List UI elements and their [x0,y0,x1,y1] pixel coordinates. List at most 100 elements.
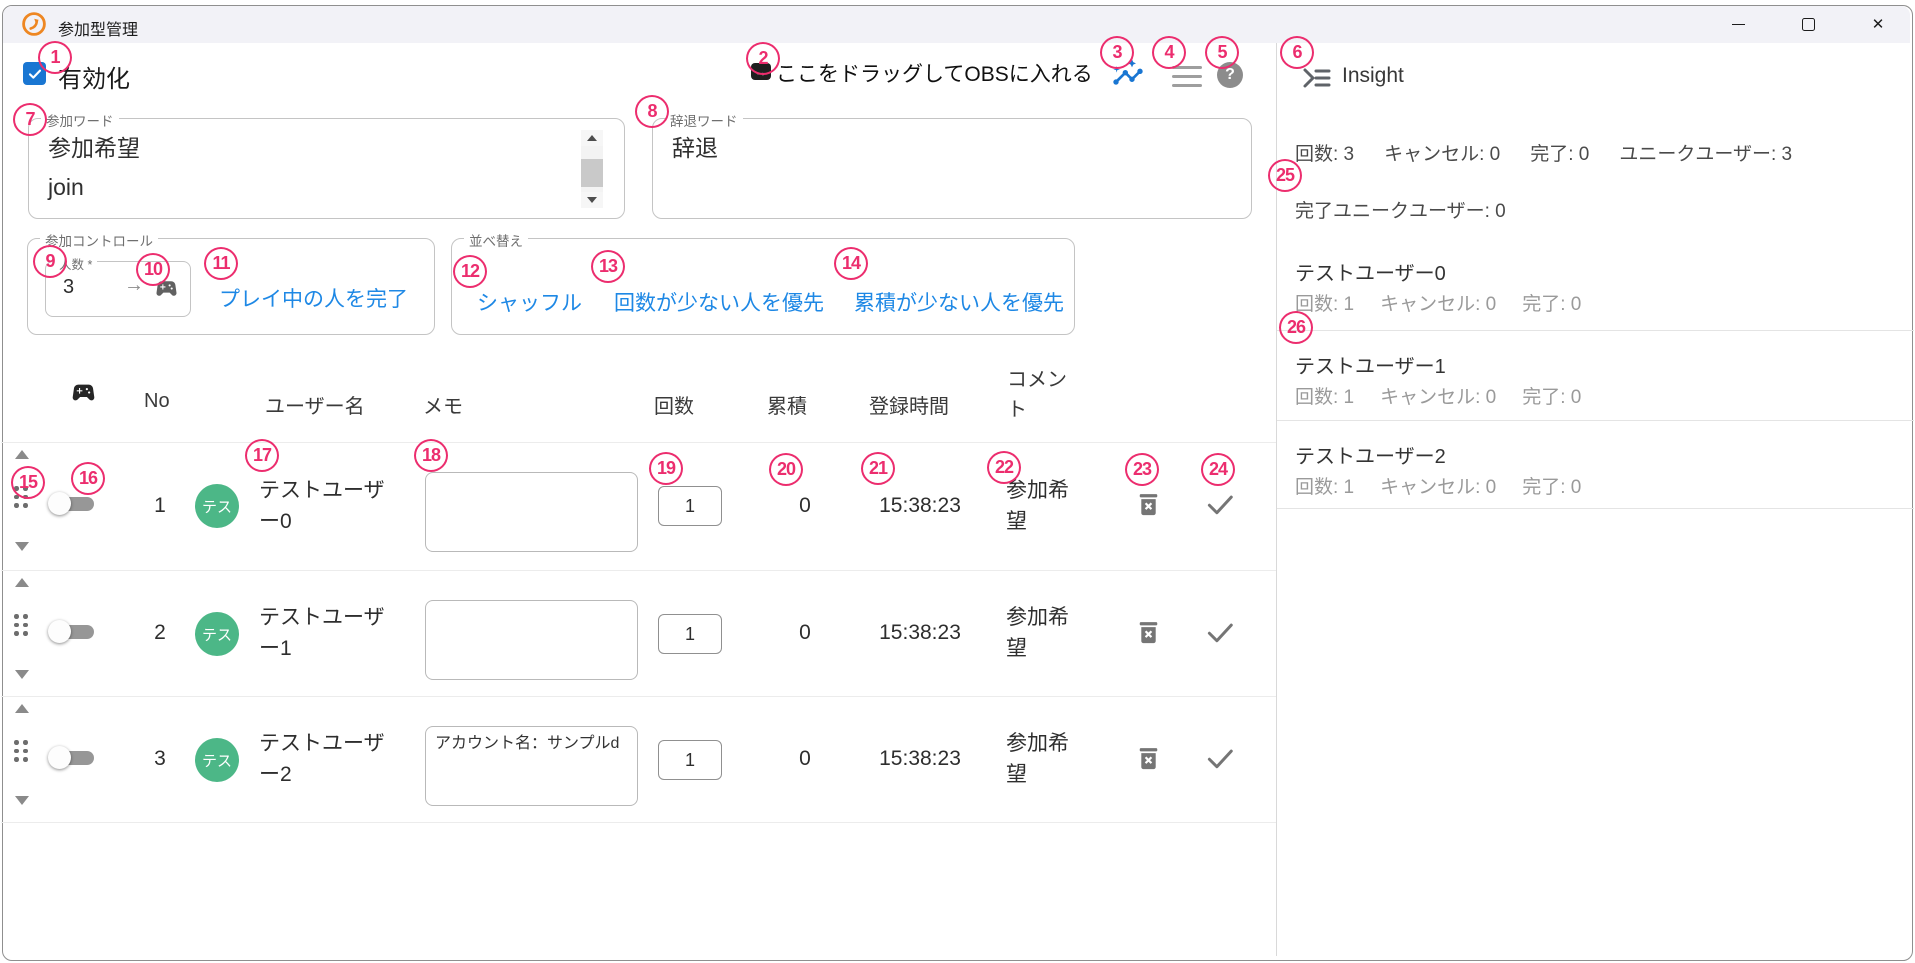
table-row: 2 テス テストユーザー1 1 0 15:38:23 参加希望 [0,570,1276,696]
move-down-icon[interactable] [15,542,29,551]
insight-panel-icon [1302,66,1332,90]
annotation-4: 4 [1152,36,1186,69]
maximize-button[interactable] [1778,10,1838,38]
annotation-19: 19 [649,452,683,485]
complete-button[interactable] [1204,488,1236,520]
annotation-22: 22 [987,451,1021,484]
count-input[interactable]: 1 [658,740,722,780]
drag-handle[interactable] [14,740,28,762]
playing-toggle[interactable] [48,746,96,770]
annotation-21: 21 [861,452,895,485]
trash-icon [1135,619,1162,646]
scroll-up-icon[interactable] [581,130,603,146]
annotation-14: 14 [834,247,868,280]
avatar: テス [195,738,239,782]
annotation-20: 20 [769,453,803,486]
decline-word-value[interactable]: 辞退 [672,129,718,168]
check-icon [27,66,43,82]
move-up-icon[interactable] [15,578,29,587]
join-word-label: 参加ワード [41,110,119,130]
move-up-icon[interactable] [15,704,29,713]
playing-toggle[interactable] [48,620,96,644]
minimize-button[interactable] [1708,10,1768,38]
annotation-3: 3 [1100,36,1134,69]
annotation-18: 18 [414,439,448,472]
scrollbar-thumb[interactable] [581,159,603,187]
complete-playing-link[interactable]: プレイ中の人を完了 [219,283,408,313]
gamepad-column-icon [70,379,97,406]
insight-panel-title: Insight [1342,64,1404,88]
total-value: 0 [778,696,832,822]
fewest-count-link[interactable]: 回数が少ない人を優先 [614,287,824,317]
annotation-16: 16 [71,462,105,495]
complete-button[interactable] [1204,742,1236,774]
comment-value: 参加希望 [1006,696,1078,822]
insight-user-name: テストユーザー2 [1295,440,1446,469]
memo-input[interactable] [425,600,638,680]
delete-button[interactable] [1132,488,1164,520]
memo-input[interactable]: アカウント名：サンプルd [425,726,638,806]
check-icon [1205,489,1235,519]
window-title: 参加型管理 [58,16,138,40]
insight-summary-line1: 回数: 3キャンセル: 0完了: 0ユニークユーザー: 3 [1295,139,1822,166]
table-row: 3 テス テストユーザー2 アカウント名：サンプルd 1 0 15:38:23 … [0,696,1276,822]
row-number: 3 [138,696,182,822]
close-button[interactable]: ✕ [1848,10,1908,38]
annotation-13: 13 [591,250,625,283]
user-name: テストユーザー2 [259,696,399,822]
row-number: 1 [138,442,182,570]
annotation-8: 8 [635,95,669,128]
insight-summary-line2: 完了ユニークユーザー: 0 [1295,196,1506,223]
insight-user-name: テストユーザー0 [1295,257,1446,286]
divider [1277,420,1914,421]
scroll-down-icon[interactable] [581,192,603,208]
move-up-icon[interactable] [15,450,29,459]
annotation-15: 15 [11,466,45,499]
drag-obs-label[interactable]: ここをドラッグしてOBSに入れる [776,58,1093,88]
annotation-6: 6 [1280,36,1314,69]
memo-input[interactable] [425,472,638,552]
menu-icon[interactable] [1172,66,1202,87]
registered-time: 15:38:23 [864,570,976,696]
join-word-field[interactable]: 参加ワード 参加希望 join [28,118,625,219]
move-down-icon[interactable] [15,670,29,679]
count-input[interactable]: 1 [658,614,722,654]
drag-handle[interactable] [14,614,28,636]
insight-complete: 完了: 0 [1530,144,1589,165]
move-down-icon[interactable] [15,796,29,805]
annotation-9: 9 [33,245,67,278]
divider [1277,330,1914,331]
decline-word-field[interactable]: 辞退ワード 辞退 [652,118,1252,219]
annotation-10: 10 [136,253,170,286]
column-header-name: ユーザー名 [265,390,365,419]
column-header-memo: メモ [423,390,463,419]
insight-unique-users: ユニークユーザー: 3 [1619,144,1792,165]
delete-button[interactable] [1132,742,1164,774]
comment-value: 参加希望 [1006,570,1078,696]
sort-label: 並べ替え [464,230,528,250]
join-word-value[interactable]: 参加希望 join [48,129,140,207]
player-count-value[interactable]: 3 [63,276,74,299]
fewest-total-link[interactable]: 累積が少ない人を優先 [854,287,1064,317]
column-header-comment: コメント [1007,365,1073,425]
join-word-scrollbar[interactable] [581,130,603,208]
total-value: 0 [778,570,832,696]
table-row: 1 テス テストユーザー0 1 0 15:38:23 参加希望 [0,442,1276,570]
complete-button[interactable] [1204,616,1236,648]
annotation-11: 11 [204,247,238,280]
avatar: テス [195,612,239,656]
insight-user-stats: 回数: 1キャンセル: 0完了: 0 [1295,382,1607,409]
trash-icon [1135,745,1162,772]
shuffle-link[interactable]: シャッフル [477,287,582,317]
annotation-1: 1 [38,41,72,74]
delete-button[interactable] [1132,616,1164,648]
annotation-12: 12 [453,255,487,288]
insight-user-stats: 回数: 1キャンセル: 0完了: 0 [1295,472,1607,499]
playing-toggle[interactable] [48,492,96,516]
app-root: 参加型管理 ✕ 有効化 → ここをドラッグしてOBSに入れる ? 参加ワード 参… [0,0,1915,963]
count-input[interactable]: 1 [658,486,722,526]
annotation-7: 7 [13,103,47,136]
decline-word-label: 辞退ワード [665,110,743,130]
insight-user-stats: 回数: 1キャンセル: 0完了: 0 [1295,289,1607,316]
annotation-17: 17 [245,439,279,472]
